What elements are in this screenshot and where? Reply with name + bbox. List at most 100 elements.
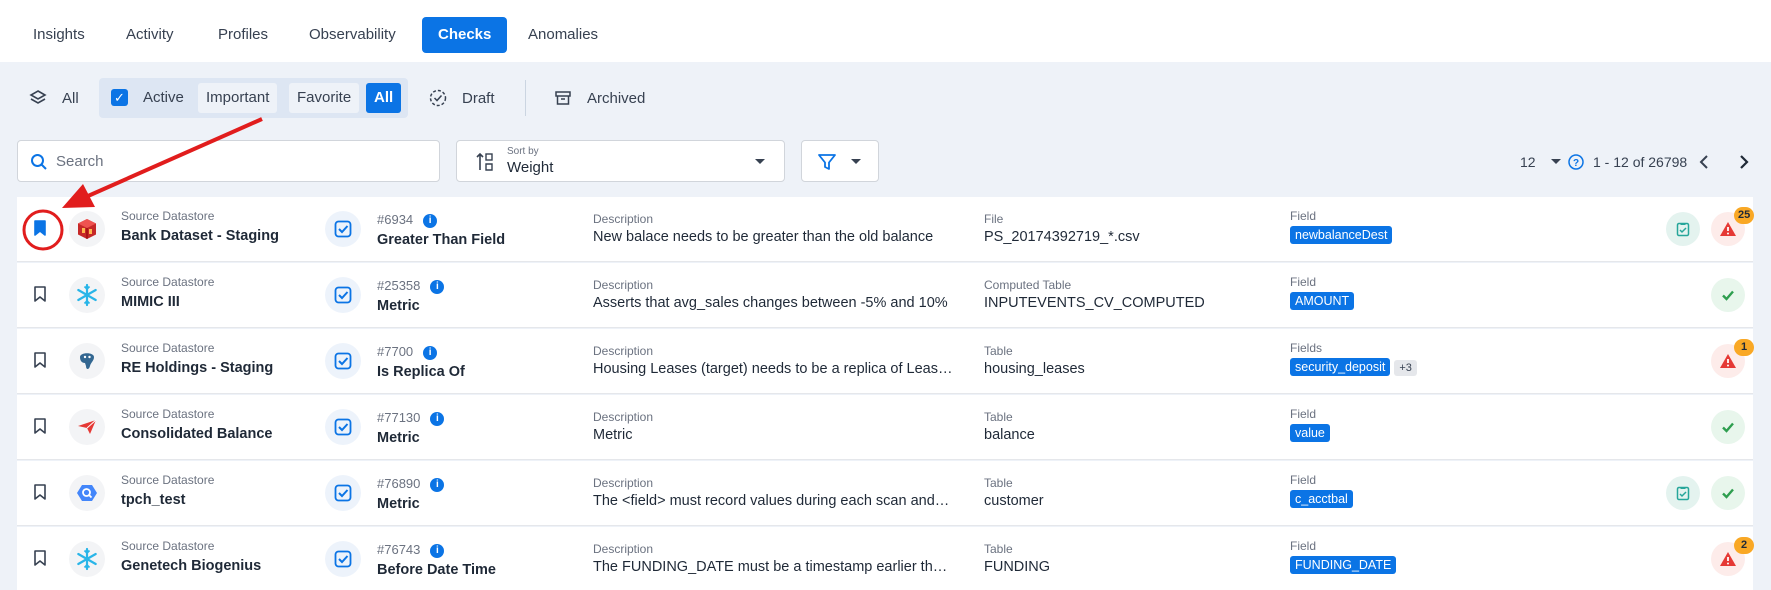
description-label: Description xyxy=(593,344,654,358)
chevron-left-icon[interactable] xyxy=(1698,154,1710,170)
container-name[interactable]: housing_leases xyxy=(984,361,1085,377)
chevron-down-icon xyxy=(755,159,765,164)
filter-all-selected[interactable]: All xyxy=(366,83,402,113)
field-label: Field xyxy=(1290,539,1317,553)
info-icon[interactable]: i xyxy=(430,279,445,294)
check-id[interactable]: #77130 xyxy=(377,410,420,425)
status-filter-row: All ✓ Active Important Favorite All Draf… xyxy=(0,62,1771,134)
passing-check-icon[interactable] xyxy=(1711,410,1745,444)
check-id[interactable]: #25358 xyxy=(377,278,420,293)
info-icon[interactable]: i xyxy=(430,543,445,558)
active-filter-group: ✓ Active Important Favorite All xyxy=(99,78,408,118)
datastore-name[interactable]: tpch_test xyxy=(121,492,185,508)
flag-icon[interactable] xyxy=(1666,212,1700,246)
container-name[interactable]: balance xyxy=(984,427,1035,443)
top-tab-bar: Insights Activity Profiles Observability… xyxy=(0,0,1771,62)
bookmark-icon[interactable] xyxy=(32,417,48,435)
description-label: Description xyxy=(593,476,654,490)
flag-icon[interactable] xyxy=(1666,476,1700,510)
filter-favorite[interactable]: Favorite xyxy=(289,83,360,113)
container-type-label: File xyxy=(984,212,1004,226)
tab-anomalies[interactable]: Anomalies xyxy=(512,17,614,53)
field-tags: c_acctbal xyxy=(1290,490,1353,508)
field-tag[interactable]: FUNDING_DATE xyxy=(1290,556,1397,574)
bookmark-icon[interactable] xyxy=(32,219,48,237)
container-name[interactable]: customer xyxy=(984,493,1044,509)
chevron-down-icon xyxy=(851,159,861,164)
check-id[interactable]: #7700 xyxy=(377,344,413,359)
info-icon[interactable]: i xyxy=(430,411,445,426)
check-type: Is Replica Of xyxy=(377,364,465,380)
search-input[interactable] xyxy=(56,149,426,173)
active-checkbox[interactable]: ✓ xyxy=(111,89,128,106)
container-name[interactable]: INPUTEVENTS_CV_COMPUTED xyxy=(984,295,1205,311)
table-row[interactable]: Source Datastore RE Holdings - Staging #77… xyxy=(17,329,1754,394)
passing-check-icon[interactable] xyxy=(1711,476,1745,510)
info-icon[interactable]: i xyxy=(423,213,438,228)
field-tags: AMOUNT xyxy=(1290,292,1355,310)
datastore-label: Source Datastore xyxy=(121,209,215,223)
filter-draft[interactable]: Draft xyxy=(428,80,495,116)
check-rule-icon xyxy=(325,475,361,511)
field-label: Fields xyxy=(1290,341,1323,355)
snowflake-icon xyxy=(69,277,105,313)
check-type: Metric xyxy=(377,496,420,512)
check-id[interactable]: #6934 xyxy=(377,212,413,227)
filter-archived-label: Archived xyxy=(587,89,646,107)
bookmark-icon[interactable] xyxy=(32,483,48,501)
datastore-name[interactable]: Genetech Biogenius xyxy=(121,558,261,574)
datastore-name[interactable]: RE Holdings - Staging xyxy=(121,360,273,376)
filter-archived[interactable]: Archived xyxy=(553,80,645,116)
container-type-label: Computed Table xyxy=(984,278,1072,292)
filter-button[interactable] xyxy=(801,140,879,182)
table-row[interactable]: Source Datastore MIMIC III #25358 i Metric De… xyxy=(17,263,1753,328)
check-id[interactable]: #76890 xyxy=(377,476,420,491)
tab-insights[interactable]: Insights xyxy=(17,17,101,53)
table-row[interactable]: Source Datastore Consolidated Balance #771… xyxy=(17,395,1753,460)
filter-important[interactable]: Important xyxy=(198,83,278,113)
datastore-name[interactable]: MIMIC III xyxy=(121,294,180,310)
bookmark-icon[interactable] xyxy=(32,351,48,369)
field-tag[interactable]: newbalanceDest xyxy=(1290,226,1393,244)
pagination-range: 1 - 12 of 26798 xyxy=(1593,154,1688,170)
help-icon[interactable]: ? xyxy=(1568,154,1584,170)
datastore-label: Source Datastore xyxy=(121,473,215,487)
table-row[interactable]: Source Datastore Bank Dataset - Staging #6… xyxy=(17,197,1755,262)
tab-observability[interactable]: Observability xyxy=(293,17,412,53)
check-type: Metric xyxy=(377,430,420,446)
filter-all[interactable]: All xyxy=(28,80,79,116)
pagination-info: ? 1 - 12 of 26798 xyxy=(1568,150,1687,174)
container-type-label: Table xyxy=(984,542,1013,556)
bookmark-icon[interactable] xyxy=(32,285,48,303)
bigquery-icon xyxy=(69,475,105,511)
tab-activity[interactable]: Activity xyxy=(110,17,190,53)
info-icon[interactable]: i xyxy=(423,345,438,360)
check-id[interactable]: #76743 xyxy=(377,542,420,557)
description-text: Housing Leases (target) needs to be a re… xyxy=(593,361,953,377)
bookmark-icon[interactable] xyxy=(32,549,48,567)
database-icon xyxy=(69,211,105,247)
datastore-name[interactable]: Bank Dataset - Staging xyxy=(121,228,279,244)
field-tag[interactable]: security_deposit xyxy=(1290,358,1391,376)
container-name[interactable]: FUNDING xyxy=(984,559,1050,575)
datastore-name[interactable]: Consolidated Balance xyxy=(121,426,272,442)
table-row[interactable]: Source Datastore tpch_test #76890 i Metric De… xyxy=(17,461,1753,526)
container-name[interactable]: PS_20174392719_*.csv xyxy=(984,229,1140,245)
field-tag[interactable]: AMOUNT xyxy=(1290,292,1355,310)
more-fields-badge[interactable]: +3 xyxy=(1394,360,1417,376)
info-icon[interactable]: i xyxy=(430,477,445,492)
field-tag[interactable]: value xyxy=(1290,424,1330,442)
check-type: Before Date Time xyxy=(377,562,496,578)
postgres-icon xyxy=(69,343,105,379)
sort-icon xyxy=(476,152,493,171)
sort-dropdown[interactable]: Sort by Weight xyxy=(456,140,785,182)
tab-checks[interactable]: Checks xyxy=(422,17,508,53)
check-id-wrap: #25358 i xyxy=(377,278,445,294)
passing-check-icon[interactable] xyxy=(1711,278,1745,312)
table-row[interactable]: Source Datastore Genetech Biogenius #76743… xyxy=(17,527,1754,590)
chevron-right-icon[interactable] xyxy=(1738,154,1750,170)
page-size-select[interactable]: 12 xyxy=(1520,150,1562,174)
field-tag[interactable]: c_acctbal xyxy=(1290,490,1353,508)
tab-profiles[interactable]: Profiles xyxy=(202,17,284,53)
filter-active[interactable]: Active xyxy=(135,83,192,113)
